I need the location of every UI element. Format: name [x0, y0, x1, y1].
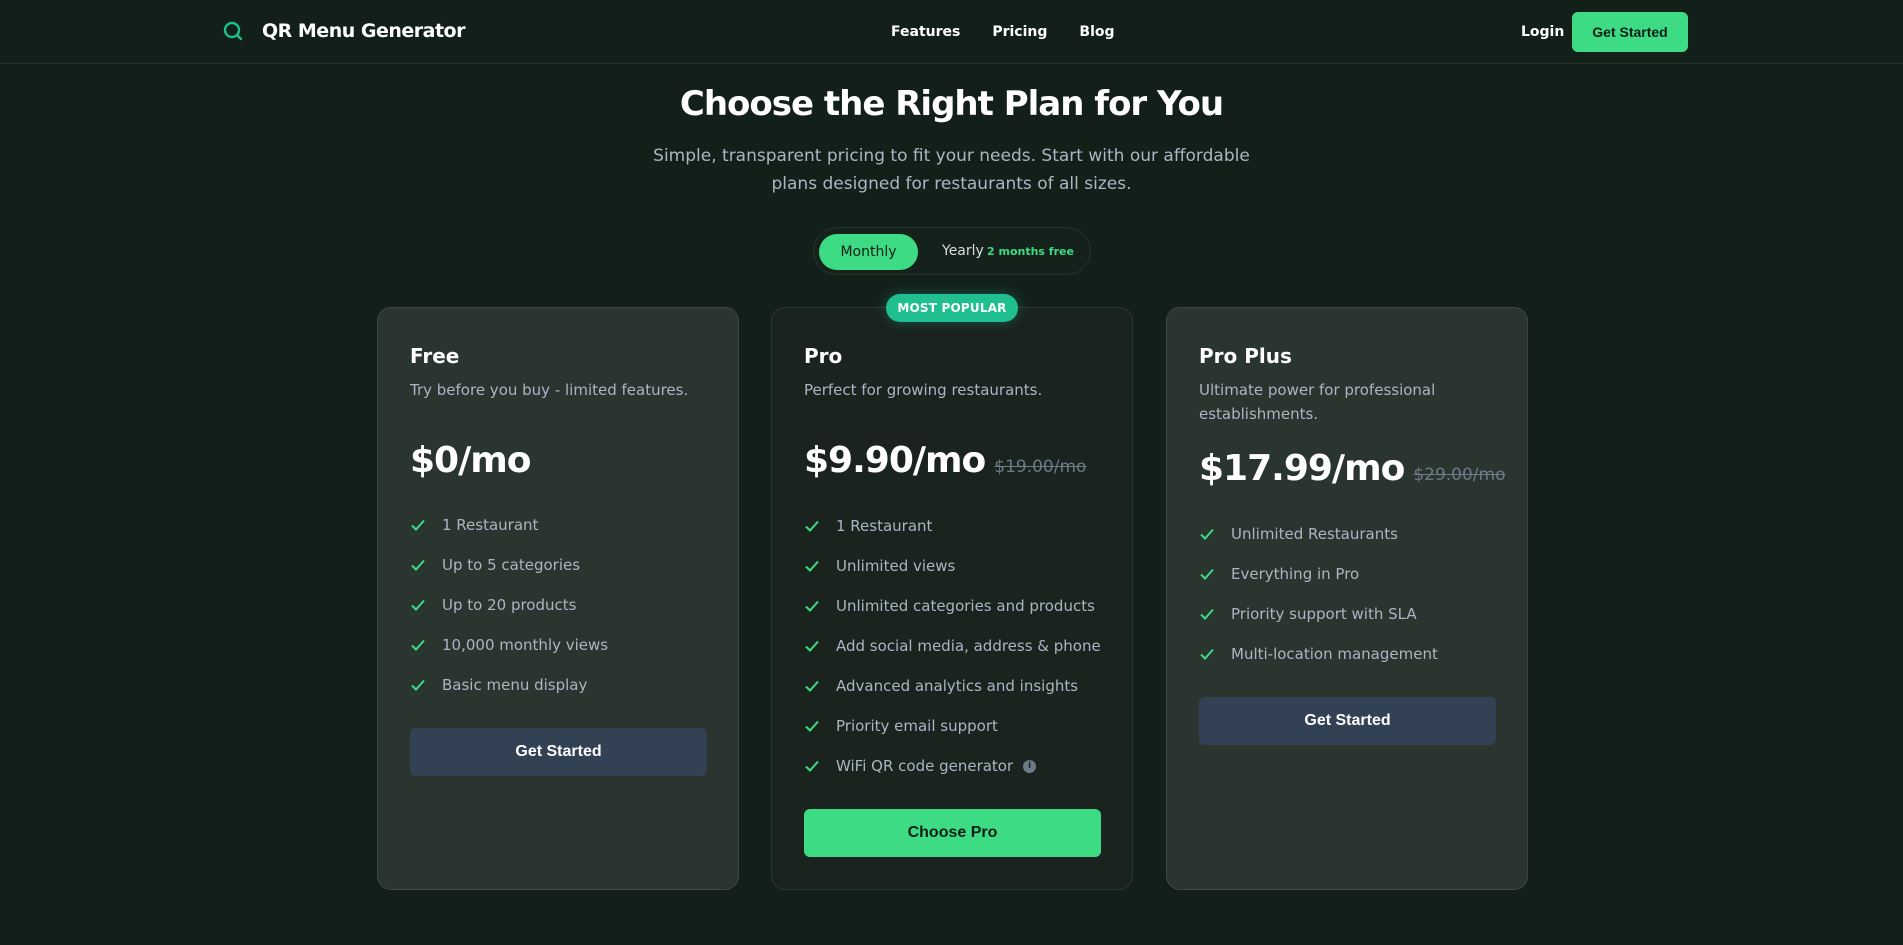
feature-text: Unlimited Restaurants — [1231, 525, 1398, 543]
most-popular-badge: MOST POPULAR — [886, 294, 1018, 322]
check-icon — [805, 720, 819, 732]
price-row: $0/mo — [410, 440, 531, 481]
plan-name: Pro — [804, 344, 843, 368]
feature-item: Add social media, address & phone — [804, 626, 1101, 666]
plan-card-pro: Pro Perfect for growing restaurants. $9.… — [771, 307, 1133, 890]
feature-item: Advanced analytics and insights — [804, 666, 1101, 706]
plan-old-price: $29.00/mo — [1413, 465, 1506, 485]
check-icon — [805, 520, 819, 532]
check-icon — [1200, 648, 1214, 660]
check-icon — [805, 560, 819, 572]
feature-item: Unlimited Restaurants — [1199, 514, 1438, 554]
plan-old-price: $19.00/mo — [994, 457, 1087, 477]
feature-text: Advanced analytics and insights — [836, 677, 1079, 695]
nav-link-blog[interactable]: Blog — [1079, 24, 1114, 40]
site-header: QR Menu Generator Features Pricing Blog … — [0, 0, 1903, 64]
plan-description: Ultimate power for professional establis… — [1199, 381, 1436, 423]
header-get-started-button[interactable]: Get Started — [1572, 12, 1688, 52]
plan-price: $9.90/mo — [804, 440, 986, 481]
feature-item: Multi-location management — [1199, 634, 1438, 674]
plan-description: Perfect for growing restaurants. — [804, 381, 1043, 399]
feature-item: Unlimited categories and products — [804, 586, 1101, 626]
feature-item: Up to 5 categories — [410, 545, 608, 585]
check-icon — [411, 639, 425, 651]
feature-text: Unlimited views — [836, 557, 956, 575]
feature-text: Priority support with SLA — [1231, 605, 1417, 623]
check-icon — [805, 760, 819, 772]
price-row: $9.90/mo $19.00/mo — [804, 440, 1086, 481]
feature-text: Up to 20 products — [442, 596, 577, 614]
feature-item: Priority support with SLA — [1199, 594, 1438, 634]
feature-text: Multi-location management — [1231, 645, 1438, 663]
plan-name: Free — [410, 344, 460, 368]
nav-link-features[interactable]: Features — [891, 24, 960, 40]
login-link[interactable]: Login — [1521, 24, 1564, 40]
feature-item: WiFi QR code generator i — [804, 746, 1101, 786]
check-icon — [411, 599, 425, 611]
feature-item: 1 Restaurant — [410, 505, 608, 545]
feature-item: Priority email support — [804, 706, 1101, 746]
check-icon — [411, 679, 425, 691]
feature-text: WiFi QR code generator — [836, 757, 1014, 775]
plan-price: $0/mo — [410, 440, 531, 481]
check-icon — [411, 519, 425, 531]
check-icon — [805, 640, 819, 652]
feature-text: Add social media, address & phone — [836, 637, 1101, 655]
feature-text: 10,000 monthly views — [442, 636, 609, 654]
logo[interactable]: QR Menu Generator — [222, 20, 465, 42]
check-icon — [805, 600, 819, 612]
free-get-started-button[interactable]: Get Started — [410, 728, 707, 776]
feature-item: Basic menu display — [410, 665, 608, 705]
nav-link-pricing[interactable]: Pricing — [992, 24, 1047, 40]
info-icon[interactable]: i — [1023, 759, 1037, 773]
feature-list: 1 Restaurant Unlimited views Unlimited c… — [804, 506, 1101, 786]
feature-text: 1 Restaurant — [836, 517, 933, 535]
feature-item: 1 Restaurant — [804, 506, 1101, 546]
check-icon — [1200, 568, 1214, 580]
yearly-discount-badge: 2 months free — [987, 245, 1074, 258]
plan-price: $17.99/mo — [1199, 448, 1405, 489]
feature-list: 1 Restaurant Up to 5 categories Up to 20… — [410, 505, 608, 705]
pro-plus-get-started-button[interactable]: Get Started — [1199, 697, 1496, 745]
plan-card-pro-plus: Pro Plus Ultimate power for professional… — [1166, 307, 1528, 890]
main-nav: Features Pricing Blog — [891, 24, 1115, 40]
feature-text: 1 Restaurant — [442, 516, 539, 534]
plan-card-free: Free Try before you buy - limited featur… — [377, 307, 739, 890]
feature-text: Unlimited categories and products — [836, 597, 1095, 615]
toggle-monthly[interactable]: Monthly — [819, 234, 918, 270]
check-icon — [411, 559, 425, 571]
page-subtitle: Simple, transparent pricing to fit your … — [653, 146, 1250, 194]
feature-item: Unlimited views — [804, 546, 1101, 586]
page-title: Choose the Right Plan for You — [679, 84, 1224, 124]
brand-name: QR Menu Generator — [262, 20, 465, 42]
toggle-yearly[interactable]: Yearly — [942, 243, 984, 259]
feature-text: Up to 5 categories — [442, 556, 581, 574]
price-row: $17.99/mo $29.00/mo — [1199, 448, 1505, 489]
feature-item: 10,000 monthly views — [410, 625, 608, 665]
search-icon — [223, 21, 243, 41]
feature-item: Everything in Pro — [1199, 554, 1438, 594]
feature-item: Up to 20 products — [410, 585, 608, 625]
plan-description: Try before you buy - limited features. — [410, 381, 689, 399]
feature-list: Unlimited Restaurants Everything in Pro … — [1199, 514, 1438, 674]
plan-name: Pro Plus — [1199, 344, 1292, 368]
feature-text: Priority email support — [836, 717, 998, 735]
check-icon — [805, 680, 819, 692]
check-icon — [1200, 528, 1214, 540]
billing-toggle: Monthly Yearly 2 months free — [813, 227, 1091, 275]
feature-text: Basic menu display — [442, 676, 588, 694]
choose-pro-button[interactable]: Choose Pro — [804, 809, 1101, 857]
check-icon — [1200, 608, 1214, 620]
feature-text: Everything in Pro — [1231, 565, 1360, 583]
